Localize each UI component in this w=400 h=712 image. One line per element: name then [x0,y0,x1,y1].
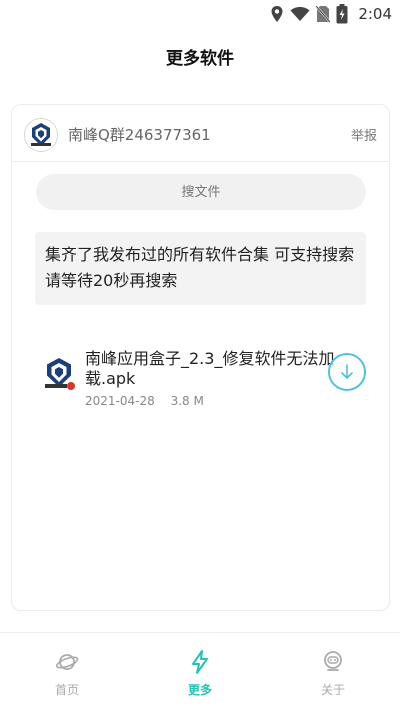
nav-item-more[interactable]: 更多 [150,633,250,712]
group-logo-icon [25,119,57,151]
wifi-icon [290,7,310,21]
planet-icon [55,654,79,670]
bottom-nav: 首页 更多 关于 [0,632,400,712]
status-time: 2:04 [358,5,392,23]
nav-label-home: 首页 [54,683,79,697]
status-icons: 2:04 [270,4,392,24]
group-header: 南峰Q群246377361 举报 [12,105,389,162]
nav-item-about[interactable]: 关于 [283,633,383,712]
nav-item-home[interactable]: 首页 [17,633,117,712]
no-sim-icon [316,5,331,23]
file-size: 3.8 M [170,394,204,408]
group-card: 南峰Q群246377361 举报 集齐了我发布过的所有软件合集 可支持搜索 请等… [11,104,390,611]
location-icon [271,6,283,22]
file-date: 2021-04-28 [85,394,155,408]
download-button[interactable] [328,353,366,391]
page-title: 更多软件 [166,49,234,69]
lightning-icon [192,650,208,674]
file-name: 南峰应用盒子_2.3_修复软件无法加载.apk [85,349,335,388]
file-meta: 2021-04-28 3.8 M [85,394,216,408]
search-input[interactable] [36,174,366,210]
status-bar: 2:04 [0,0,400,30]
nav-label-about: 关于 [320,683,345,697]
battery-charging-icon [336,4,348,24]
robot-icon [324,651,342,671]
notice-text: 集齐了我发布过的所有软件合集 可支持搜索 请等待20秒再搜索 [45,245,355,290]
nav-label-more: 更多 [187,683,212,697]
group-notice: 集齐了我发布过的所有软件合集 可支持搜索 请等待20秒再搜索 [35,232,366,305]
group-avatar[interactable] [24,118,58,152]
download-arrow-icon [341,364,353,379]
report-button[interactable]: 举报 [351,125,377,144]
app-logo-icon [45,358,75,390]
group-name: 南峰Q群246377361 [68,126,211,144]
file-item[interactable]: 南峰应用盒子_2.3_修复软件无法加载.apk 2021-04-28 3.8 M [12,343,389,413]
